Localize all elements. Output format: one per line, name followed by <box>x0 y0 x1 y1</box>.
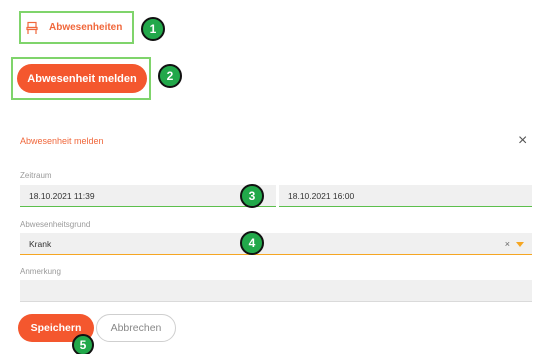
clear-icon[interactable]: × <box>505 239 510 249</box>
period-end-value: 18.10.2021 16:00 <box>288 190 355 201</box>
chair-icon <box>25 21 39 35</box>
note-label: Anmerkung <box>20 267 61 276</box>
close-icon[interactable]: × <box>518 133 527 149</box>
nav-item-label: Abwesenheiten <box>49 22 123 33</box>
report-absence-button[interactable]: Abwesenheit melden <box>17 64 147 93</box>
period-start-input[interactable]: 18.10.2021 11:39 <box>20 185 276 207</box>
step-callout-5: 5 <box>72 334 94 354</box>
step-callout-4: 4 <box>240 231 264 255</box>
step-callout-2: 2 <box>158 64 182 88</box>
reason-label: Abwesenheitsgrund <box>20 220 91 229</box>
dialog-title: Abwesenheit melden <box>20 136 104 146</box>
nav-item-absences[interactable]: Abwesenheiten <box>19 11 134 44</box>
reason-select[interactable]: Krank × <box>20 233 532 255</box>
cancel-button[interactable]: Abbrechen <box>96 314 176 342</box>
step-callout-1: 1 <box>141 17 165 41</box>
period-label: Zeitraum <box>20 171 52 180</box>
caret-down-icon[interactable] <box>516 241 524 247</box>
note-input[interactable] <box>20 280 532 302</box>
reason-value: Krank <box>29 238 52 249</box>
step-callout-3: 3 <box>240 184 264 208</box>
period-start-value: 18.10.2021 11:39 <box>29 190 95 201</box>
period-end-input[interactable]: 18.10.2021 16:00 <box>279 185 532 207</box>
